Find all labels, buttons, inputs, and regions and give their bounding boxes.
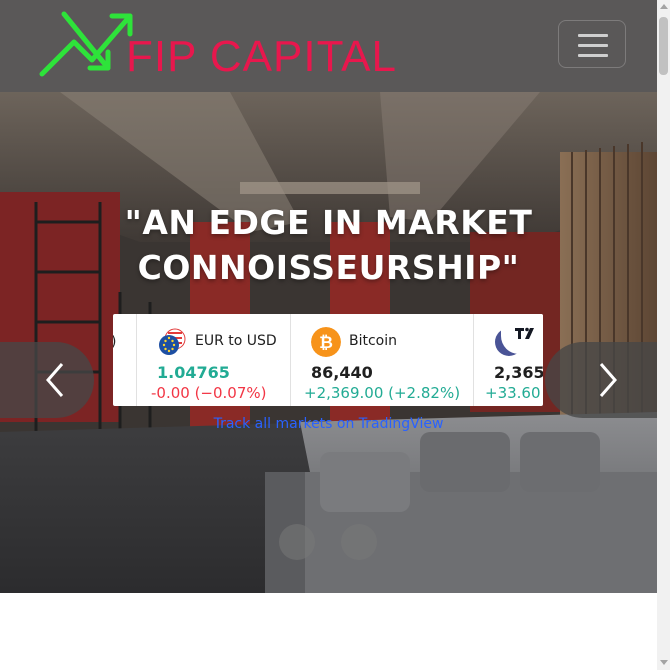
eu-us-flag-icon	[159, 328, 186, 355]
brand-name: FIP CAPITAL	[126, 32, 398, 81]
bitcoin-icon: ₿	[311, 327, 341, 357]
tradingview-logo-icon	[515, 327, 534, 339]
carousel-prev-button[interactable]	[0, 342, 94, 418]
headline-line-1: "AN EDGE IN MARKET	[124, 203, 533, 242]
ticker-change: +33.60	[485, 384, 541, 402]
hamburger-icon-bar	[578, 34, 608, 37]
carousel-indicator-2[interactable]	[341, 524, 377, 560]
hero-headline: "AN EDGE IN MARKET CONNOISSEURSHIP"	[0, 200, 657, 290]
navbar: FIP CAPITAL	[0, 0, 657, 92]
scroll-up-arrow-icon[interactable]	[660, 4, 668, 9]
page-scrollbar[interactable]	[657, 0, 670, 670]
headline-line-2: CONNOISSEURSHIP"	[137, 248, 520, 287]
hero-carousel: "AN EDGE IN MARKET CONNOISSEURSHIP" ) EU…	[0, 92, 657, 593]
ticker-item-eur-usd[interactable]: EUR to USD 1.04765 -0.00 (−0.07%)	[136, 314, 290, 406]
ticker-item-bitcoin[interactable]: ₿ Bitcoin 86,440 +2,369.00 (+2.82%)	[290, 314, 460, 406]
ticker-name: EUR to USD	[195, 333, 277, 349]
hamburger-icon-bar	[578, 44, 608, 47]
menu-toggle-button[interactable]	[558, 20, 626, 68]
chevron-left-icon	[46, 363, 64, 397]
ticker-name: Bitcoin	[349, 333, 398, 349]
ticker-partial-prev: )	[113, 334, 116, 350]
ticker-change: +2,369.00 (+2.82%)	[304, 384, 461, 402]
brand-logo[interactable]: FIP CAPITAL	[38, 10, 398, 82]
svg-text:₿: ₿	[319, 333, 333, 353]
carousel-indicator-1[interactable]	[279, 524, 315, 560]
ticker-price: 86,440	[311, 363, 373, 382]
ticker-change: -0.00 (−0.07%)	[151, 384, 267, 402]
market-ticker-widget[interactable]: ) EUR to USD 1.04765 -0.00 (−0.07%) ₿ Bi…	[113, 314, 543, 406]
ticker-price: 2,365	[494, 363, 543, 382]
hamburger-icon-bar	[578, 54, 608, 57]
carousel-next-button[interactable]	[545, 342, 657, 418]
tradingview-link[interactable]: Track all markets on TradingView	[0, 416, 657, 432]
tradingview-badge[interactable]	[501, 314, 543, 354]
trend-arrows-icon	[39, 11, 133, 77]
scroll-down-arrow-icon[interactable]	[660, 660, 668, 665]
scrollbar-thumb[interactable]	[659, 17, 668, 75]
ticker-price: 1.04765	[157, 363, 230, 382]
chevron-right-icon	[599, 363, 617, 397]
